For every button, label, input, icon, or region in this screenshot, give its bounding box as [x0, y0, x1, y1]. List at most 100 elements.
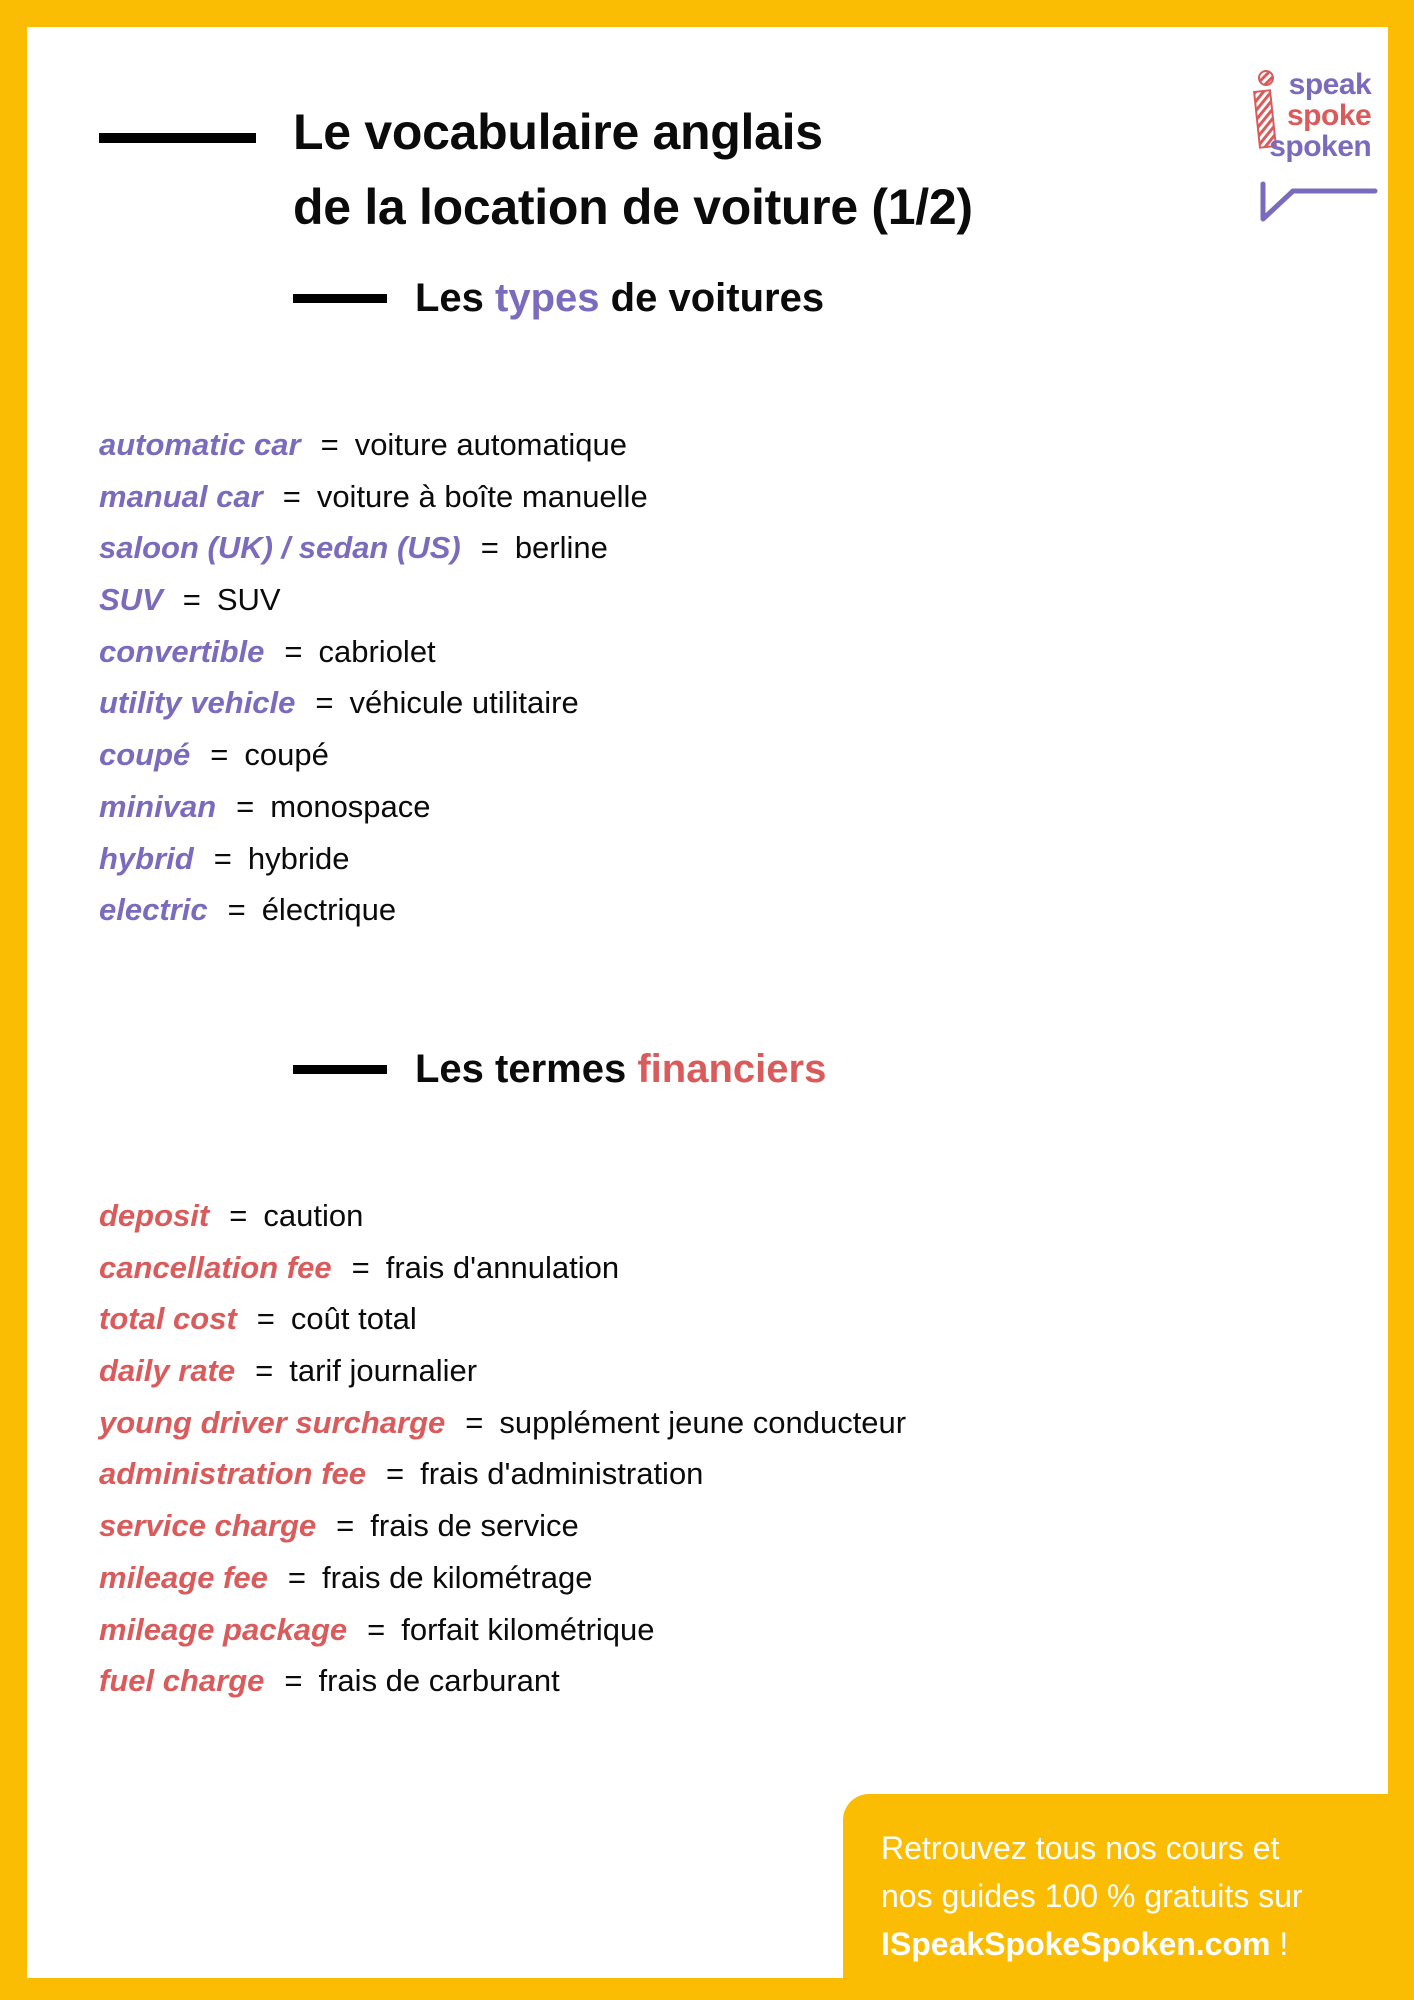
- list-item: daily rate = tarif journalier: [99, 1345, 906, 1397]
- term-fr: coupé: [244, 737, 329, 773]
- logo-speak: speak: [1288, 68, 1372, 101]
- term-en: electric: [99, 892, 208, 928]
- term-fr: cabriolet: [318, 633, 436, 669]
- list-item: automatic car = voiture automatique: [99, 419, 648, 471]
- list-item: mileage package = forfait kilométrique: [99, 1604, 906, 1656]
- list-item: service charge = frais de service: [99, 1500, 906, 1552]
- equals: =: [255, 1353, 274, 1389]
- term-fr: frais de carburant: [318, 1663, 560, 1699]
- term-en: deposit: [99, 1198, 210, 1233]
- equals: =: [229, 1198, 248, 1233]
- list-item: deposit = caution: [99, 1190, 906, 1242]
- list-item: convertible = cabriolet: [99, 626, 648, 678]
- footer-callout: Retrouvez tous nos cours et nos guides 1…: [843, 1794, 1414, 2000]
- term-en: saloon (UK) / sedan (US): [99, 530, 461, 566]
- term-fr: caution: [263, 1198, 364, 1233]
- term-en: utility vehicle: [99, 685, 296, 721]
- term-en: coupé: [99, 737, 191, 773]
- equals: =: [351, 1249, 370, 1285]
- heading-highlight: types: [495, 276, 600, 320]
- page-sheet: Le vocabulaire anglais de la location de…: [27, 27, 1388, 1978]
- list-item: SUV = SUV: [99, 574, 648, 626]
- equals: =: [282, 478, 301, 514]
- list-item: saloon (UK) / sedan (US) = berline: [99, 522, 648, 574]
- list-item: minivan = monospace: [99, 781, 648, 833]
- list-item: coupé = coupé: [99, 729, 648, 781]
- term-en: young driver surcharge: [99, 1404, 446, 1440]
- term-fr: hybride: [247, 840, 350, 876]
- equals: =: [465, 1404, 484, 1440]
- list-item: administration fee = frais d'administratio…: [99, 1448, 906, 1500]
- term-en: automatic car: [99, 427, 301, 462]
- term-fr: tarif journalier: [289, 1353, 478, 1389]
- equals: =: [182, 582, 201, 618]
- footer-text: Retrouvez tous nos cours et nos guides 1…: [881, 1824, 1303, 1968]
- term-en: manual car: [99, 478, 263, 514]
- title-line-2: de la location de voiture (1/2): [293, 179, 973, 235]
- term-en: mileage package: [99, 1611, 348, 1647]
- term-en: service charge: [99, 1508, 317, 1544]
- equals: =: [386, 1456, 405, 1492]
- title-dash: [99, 133, 256, 143]
- term-fr: voiture automatique: [354, 427, 627, 462]
- term-en: hybrid: [99, 840, 194, 876]
- list-item: young driver surcharge = supplément jeune …: [99, 1397, 906, 1449]
- list-item: hybrid = hybride: [99, 833, 648, 885]
- term-en: minivan: [99, 788, 217, 824]
- term-en: fuel charge: [99, 1663, 265, 1699]
- list-item: total cost = coût total: [99, 1293, 906, 1345]
- term-fr: forfait kilométrique: [401, 1611, 655, 1647]
- term-fr: frais de kilométrage: [321, 1559, 593, 1595]
- title-line-1: Le vocabulaire anglais: [293, 104, 823, 160]
- equals: =: [256, 1301, 275, 1337]
- term-en: total cost: [99, 1301, 237, 1337]
- equals: =: [367, 1611, 386, 1647]
- heading-suffix: de voitures: [599, 276, 825, 320]
- logo[interactable]: speak spoke spoken: [1253, 69, 1383, 229]
- logo-spoken: spoken: [1269, 130, 1372, 163]
- logo-wordmark: speak spoke spoken: [1269, 68, 1372, 162]
- section-types-dash: [293, 294, 387, 303]
- list-item: utility vehicle = véhicule utilitaire: [99, 677, 648, 729]
- finance-list: deposit = caution cancellation fee = frais d…: [99, 1190, 906, 1707]
- list-item: electric = électrique: [99, 884, 648, 936]
- equals: =: [336, 1508, 355, 1544]
- term-fr: frais d'administration: [420, 1456, 704, 1492]
- footer-line-1: Retrouvez tous nos cours et: [881, 1830, 1280, 1866]
- term-fr: monospace: [270, 788, 431, 824]
- term-en: convertible: [99, 633, 265, 669]
- equals: =: [236, 788, 255, 824]
- term-fr: SUV: [216, 582, 281, 618]
- equals: =: [227, 892, 246, 928]
- term-fr: coût total: [290, 1301, 417, 1337]
- heading-highlight: financiers: [637, 1047, 827, 1091]
- term-fr: électrique: [261, 892, 397, 928]
- equals: =: [213, 840, 232, 876]
- term-fr: berline: [514, 530, 608, 566]
- term-fr: frais de service: [370, 1508, 579, 1544]
- types-list: automatic car = voiture automatique manual…: [99, 419, 648, 936]
- term-en: daily rate: [99, 1353, 236, 1389]
- section-types-heading: Les types de voitures: [415, 273, 824, 323]
- heading-prefix: Les termes: [415, 1047, 638, 1091]
- logo-spoke: spoke: [1287, 99, 1372, 132]
- term-fr: voiture à boîte manuelle: [316, 478, 648, 514]
- footer-line-2: nos guides 100 % gratuits sur: [881, 1878, 1303, 1914]
- list-item: cancellation fee = frais d'annulation: [99, 1242, 906, 1294]
- section-finance-dash: [293, 1065, 387, 1074]
- equals: =: [284, 1663, 303, 1699]
- footer-suffix: !: [1270, 1926, 1289, 1962]
- list-item: mileage fee = frais de kilométrage: [99, 1552, 906, 1604]
- list-item: manual car = voiture à boîte manuelle: [99, 471, 648, 523]
- term-en: cancellation fee: [99, 1249, 332, 1285]
- term-fr: frais d'annulation: [385, 1249, 620, 1285]
- term-en: administration fee: [99, 1456, 366, 1492]
- equals: =: [320, 427, 339, 462]
- page-title: Le vocabulaire anglais de la location de…: [293, 95, 973, 245]
- term-fr: véhicule utilitaire: [349, 685, 579, 721]
- equals: =: [284, 633, 303, 669]
- footer-site-link[interactable]: ISpeakSpokeSpoken.com: [881, 1926, 1270, 1962]
- term-fr: supplément jeune conducteur: [499, 1404, 907, 1440]
- term-en: SUV: [99, 582, 163, 618]
- equals: =: [287, 1559, 306, 1595]
